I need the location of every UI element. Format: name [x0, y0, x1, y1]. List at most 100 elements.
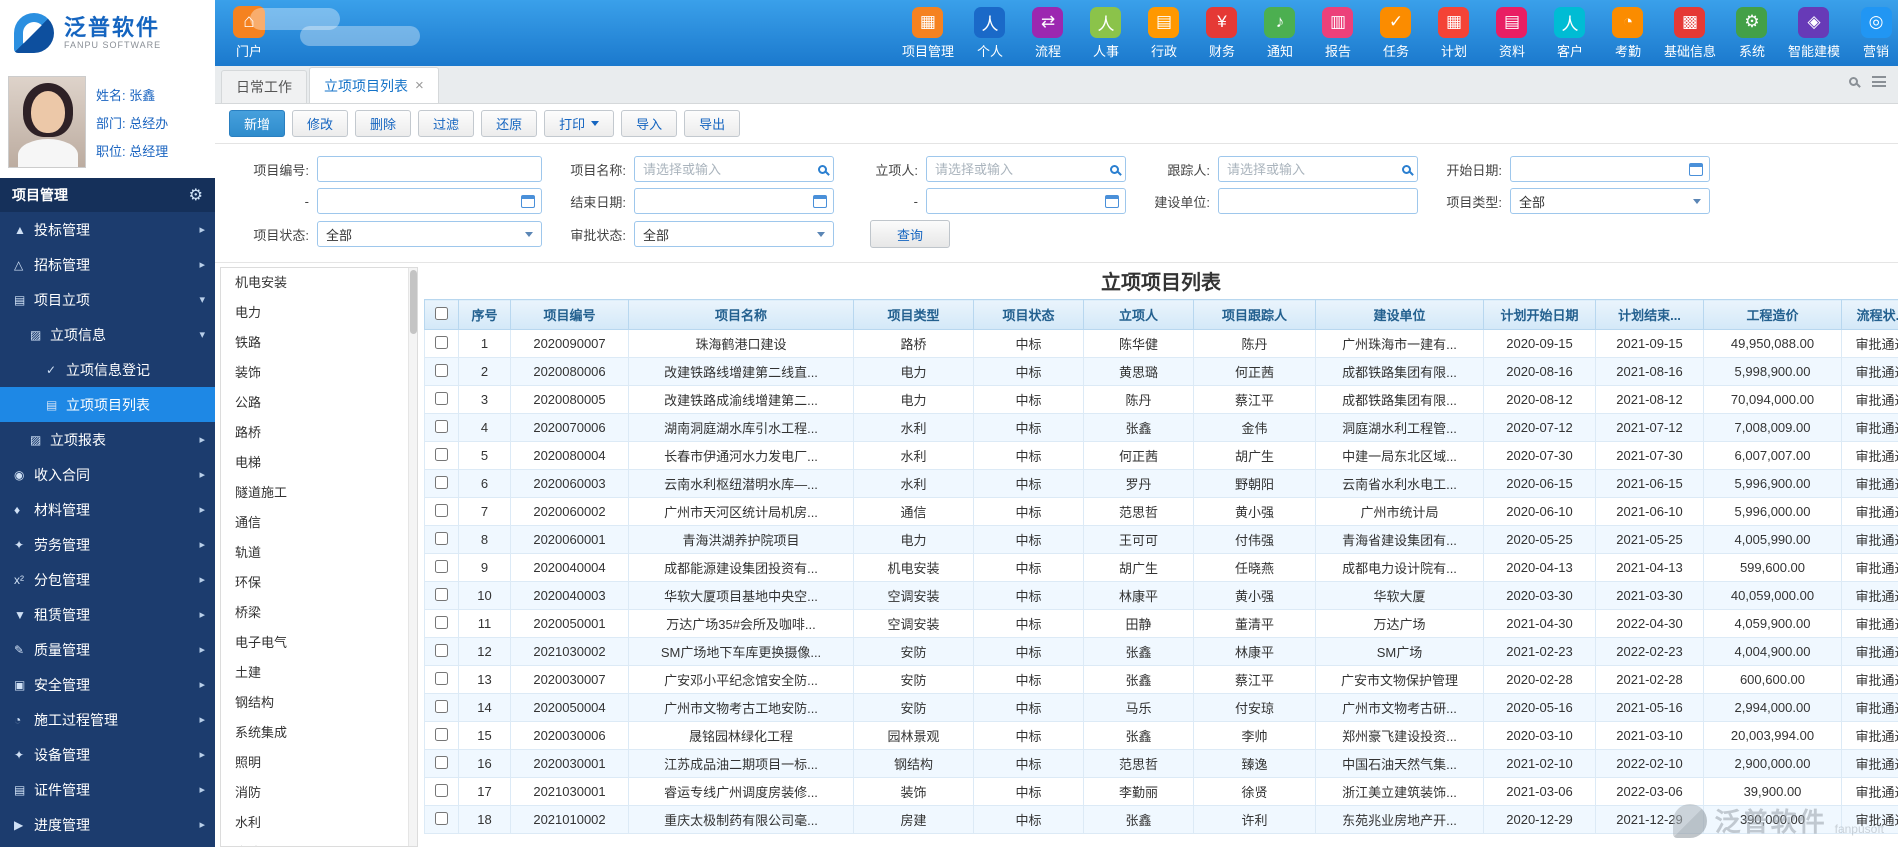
- cell-creator[interactable]: 张鑫: [1083, 721, 1194, 750]
- category-item-水利[interactable]: 水利: [221, 808, 417, 838]
- cell-tracker[interactable]: 董清平: [1193, 609, 1316, 638]
- tracker-input[interactable]: [1218, 156, 1418, 182]
- cell-name[interactable]: 改建铁路成渝线增建第二...: [628, 385, 854, 414]
- column-header-立项人[interactable]: 立项人: [1083, 299, 1194, 330]
- search-icon[interactable]: [1402, 164, 1411, 174]
- cell-name[interactable]: 云南水利枢纽潜明水库—...: [628, 469, 854, 498]
- cell-code[interactable]: 2020090007: [510, 329, 629, 358]
- menu-icon[interactable]: [1872, 76, 1886, 87]
- search-icon[interactable]: [1849, 77, 1858, 86]
- category-item-桥梁[interactable]: 桥梁: [221, 598, 417, 628]
- filter-button[interactable]: 过滤: [418, 110, 475, 137]
- project-code-input[interactable]: [317, 156, 542, 182]
- cell-code[interactable]: 2020080006: [510, 357, 629, 386]
- import-button[interactable]: 导入: [621, 110, 678, 137]
- end-date-from-input[interactable]: [634, 188, 834, 214]
- category-item-装饰[interactable]: 装饰: [221, 358, 417, 388]
- cell-code[interactable]: 2020080005: [510, 385, 629, 414]
- category-item-系统集成[interactable]: 系统集成: [221, 718, 417, 748]
- cell-code[interactable]: 2020050001: [510, 609, 629, 638]
- end-date-to-input[interactable]: [926, 188, 1126, 214]
- sidebar-item-租赁管理[interactable]: ▼ 租赁管理 ▸: [0, 597, 215, 632]
- category-item-公路[interactable]: 公路: [221, 388, 417, 418]
- cell-name[interactable]: 广州市文物考古工地安防...: [628, 693, 854, 722]
- module-item-客户[interactable]: 人客户: [1548, 6, 1592, 60]
- module-item-人事[interactable]: 人人事: [1084, 6, 1128, 60]
- column-header-工程造价[interactable]: 工程造价: [1703, 299, 1842, 330]
- sidebar-item-安全管理[interactable]: ▣ 安全管理 ▸: [0, 667, 215, 702]
- row-checkbox[interactable]: [435, 475, 448, 489]
- column-header-项目类型[interactable]: 项目类型: [853, 299, 974, 330]
- cell-name[interactable]: 重庆太极制药有限公司毫...: [628, 805, 854, 834]
- module-item-个人[interactable]: 人个人: [968, 6, 1012, 60]
- cell-code[interactable]: 2020070006: [510, 413, 629, 442]
- category-scrollbar[interactable]: [408, 268, 417, 846]
- cell-name[interactable]: 晟铭园林绿化工程: [628, 721, 854, 750]
- category-item-消防[interactable]: 消防: [221, 778, 417, 808]
- cell-tracker[interactable]: 臻逸: [1193, 749, 1316, 778]
- cell-tracker[interactable]: 何正茜: [1193, 357, 1316, 386]
- module-item-通知[interactable]: ♪ 通知: [1258, 6, 1302, 60]
- cell-code[interactable]: 2020080004: [510, 441, 629, 470]
- cell-tracker[interactable]: 陈丹: [1193, 329, 1316, 358]
- cell-creator[interactable]: 罗丹: [1083, 469, 1194, 498]
- cell-name[interactable]: 湖南洞庭湖水库引水工程...: [628, 413, 854, 442]
- cell-tracker[interactable]: 胡广生: [1193, 441, 1316, 470]
- module-item-任务[interactable]: ✓ 任务: [1374, 6, 1418, 60]
- cell-name[interactable]: 青海洪湖养护院项目: [628, 525, 854, 554]
- cell-creator[interactable]: 陈丹: [1083, 385, 1194, 414]
- cell-name[interactable]: 睿运专线广州调度房装修...: [628, 777, 854, 806]
- cell-creator[interactable]: 范思哲: [1083, 749, 1194, 778]
- module-item-流程[interactable]: ⇄ 流程: [1026, 6, 1070, 60]
- row-checkbox[interactable]: [435, 531, 448, 545]
- cell-name[interactable]: 华软大厦项目基地中央空...: [628, 581, 854, 610]
- sidebar-item-材料管理[interactable]: ♦ 材料管理 ▸: [0, 492, 215, 527]
- row-checkbox[interactable]: [435, 363, 448, 377]
- search-icon[interactable]: [1110, 164, 1119, 174]
- column-header-建设单位[interactable]: 建设单位: [1315, 299, 1484, 330]
- cell-creator[interactable]: 张鑫: [1083, 805, 1194, 834]
- cell-tracker[interactable]: 黄小强: [1193, 497, 1316, 526]
- cell-name[interactable]: 广安邓小平纪念馆安全防...: [628, 665, 854, 694]
- search-icon[interactable]: [818, 164, 827, 174]
- category-item-路桥[interactable]: 路桥: [221, 418, 417, 448]
- cell-code[interactable]: 2020060001: [510, 525, 629, 554]
- cell-creator[interactable]: 陈华健: [1083, 329, 1194, 358]
- sidebar-item-投标管理[interactable]: ▲ 投标管理 ▸: [0, 212, 215, 247]
- row-checkbox[interactable]: [435, 587, 448, 601]
- cell-code[interactable]: 2021030002: [510, 637, 629, 666]
- export-button[interactable]: 导出: [684, 110, 741, 137]
- sidebar-item-立项信息登记[interactable]: ✓ 立项信息登记: [0, 352, 215, 387]
- print-button[interactable]: 打印: [544, 110, 615, 137]
- category-item-电子电气[interactable]: 电子电气: [221, 628, 417, 658]
- module-item-报告[interactable]: ▥ 报告: [1316, 6, 1360, 60]
- cell-name[interactable]: 改建铁路线增建第二线直...: [628, 357, 854, 386]
- cell-code[interactable]: 2021030001: [510, 777, 629, 806]
- calendar-icon[interactable]: [1105, 194, 1119, 208]
- column-header-项目名称[interactable]: 项目名称: [628, 299, 854, 330]
- sidebar-item-招标管理[interactable]: △ 招标管理 ▸: [0, 247, 215, 282]
- close-icon[interactable]: ×: [415, 78, 424, 93]
- row-checkbox[interactable]: [435, 811, 448, 825]
- tab-立项项目列表[interactable]: 立项项目列表 ×: [309, 67, 439, 103]
- cell-tracker[interactable]: 任晓燕: [1193, 553, 1316, 582]
- sidebar-item-证件管理[interactable]: ▤ 证件管理 ▸: [0, 772, 215, 807]
- category-item-轨道[interactable]: 轨道: [221, 538, 417, 568]
- cell-tracker[interactable]: 蔡江平: [1193, 385, 1316, 414]
- calendar-icon[interactable]: [1689, 162, 1703, 176]
- cell-code[interactable]: 2020040004: [510, 553, 629, 582]
- cell-name[interactable]: SM广场地下车库更换摄像...: [628, 637, 854, 666]
- sidebar-item-分包管理[interactable]: x² 分包管理 ▸: [0, 562, 215, 597]
- scrollbar-thumb[interactable]: [410, 270, 417, 334]
- cell-code[interactable]: 2020030001: [510, 749, 629, 778]
- cell-creator[interactable]: 李勤丽: [1083, 777, 1194, 806]
- cell-code[interactable]: 2020050004: [510, 693, 629, 722]
- cell-creator[interactable]: 林康平: [1083, 581, 1194, 610]
- row-checkbox[interactable]: [435, 615, 448, 629]
- delete-button[interactable]: 删除: [355, 110, 412, 137]
- row-checkbox[interactable]: [435, 419, 448, 433]
- cell-name[interactable]: 万达广场35#会所及咖啡...: [628, 609, 854, 638]
- column-header-流程状...[interactable]: 流程状...: [1841, 299, 1898, 330]
- cell-creator[interactable]: 胡广生: [1083, 553, 1194, 582]
- sidebar-item-立项项目列表[interactable]: ▤ 立项项目列表: [0, 387, 215, 422]
